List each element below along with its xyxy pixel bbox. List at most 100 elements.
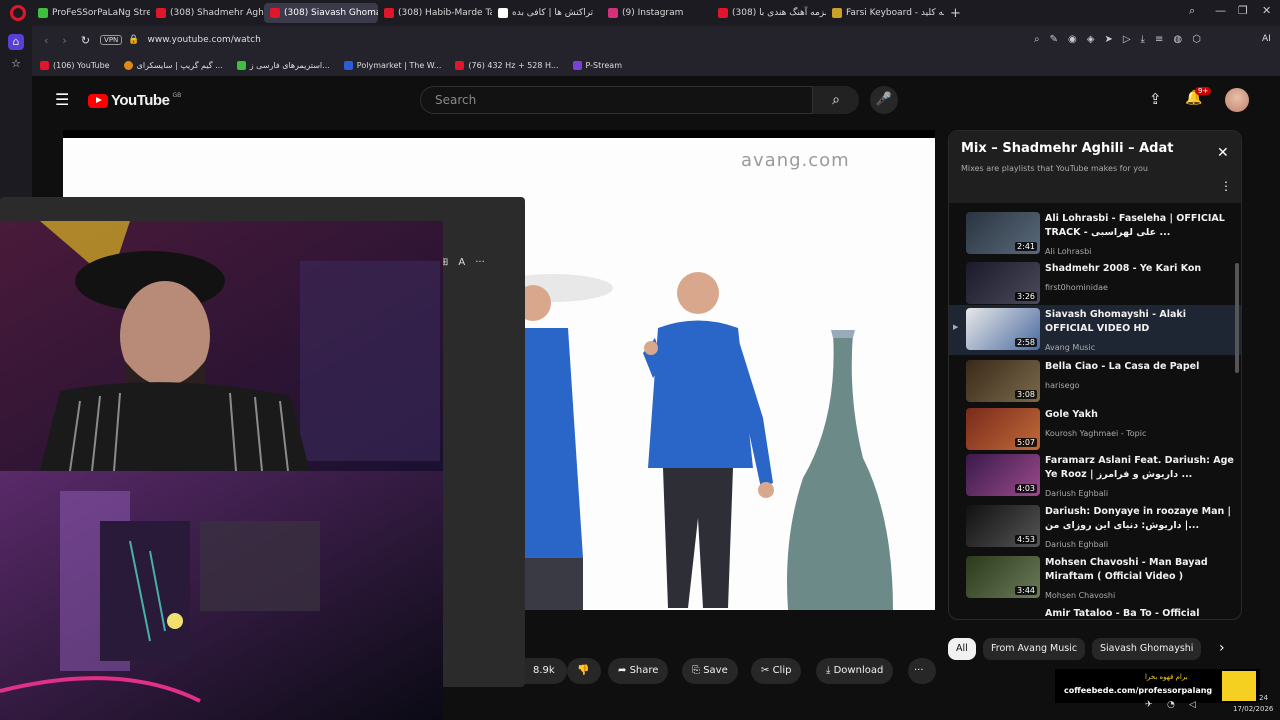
more-actions-button[interactable]: ··· — [908, 658, 936, 684]
lock-icon: 🔒 — [128, 35, 140, 45]
new-tab-button[interactable]: + — [950, 6, 961, 21]
wifi-icon[interactable]: ◔ — [1167, 700, 1175, 710]
star-icon[interactable]: ☆ — [8, 56, 24, 72]
youtube-favicon-icon — [270, 8, 280, 18]
notifications-button[interactable]: 🔔 9+ — [1185, 87, 1212, 106]
close-window-icon[interactable]: ✕ — [1262, 4, 1271, 17]
minimize-icon[interactable]: — — [1215, 4, 1226, 17]
tab-5[interactable]: (9) Instagram — [602, 3, 712, 23]
chip-from-channel[interactable]: From Avang Music — [983, 638, 1086, 660]
like-count: 8.9k — [533, 665, 555, 676]
send-icon[interactable]: ➤ — [1104, 34, 1112, 45]
chip-artist[interactable]: Siavash Ghomayshi — [1092, 638, 1202, 660]
url-field[interactable]: www.youtube.com/watch — [148, 35, 261, 45]
search-tabs-icon[interactable]: ⌕ — [1189, 4, 1195, 18]
singer-sweater — [648, 320, 753, 468]
dislike-button[interactable]: 👎 — [567, 658, 601, 684]
playlist-item[interactable]: 5:07 Gole Yakh Kourosh Yaghmaei - Topic — [949, 405, 1241, 455]
playlist-item[interactable]: 4:03 Faramarz Aslani Feat. Dariush: Age … — [949, 451, 1241, 501]
hamburger-menu-icon[interactable]: ☰ — [55, 90, 69, 109]
instagram-favicon-icon — [608, 8, 618, 18]
bookmark-5[interactable]: P-Stream — [572, 60, 622, 70]
tab-1[interactable]: (308) Shadmehr Aghili - S — [150, 3, 264, 23]
toolbar-icons: ⌕ ✎ ◉ ◈ ➤ ▷ ⤓ ≡ ◍ ⬡ — [1034, 34, 1201, 45]
video-thumbnail: 4:53 — [966, 505, 1040, 547]
save-button[interactable]: ⎘ Save — [682, 658, 738, 684]
playlist-item[interactable]: 4:53 Dariush: Donyaye in roozaye Man | د… — [949, 502, 1241, 552]
bookmark-3[interactable]: Polymarket | The W... — [343, 60, 442, 70]
opera-logo-icon[interactable] — [10, 5, 26, 21]
save-label: Save — [703, 665, 728, 676]
share-button[interactable]: ➦ Share — [608, 658, 669, 684]
back-icon[interactable]: ‹ — [44, 34, 48, 47]
video-thumbnail: 2:41 — [966, 212, 1040, 254]
bookmark-label: Polymarket | The W... — [356, 60, 442, 70]
playlist-item-current[interactable]: ▶ 2:58 Siavash Ghomayshi - Alaki OFFICIA… — [949, 305, 1241, 355]
video-title: Gole Yakh — [1045, 409, 1098, 420]
network-icon[interactable]: ✈ — [1145, 700, 1153, 710]
vpn-badge[interactable]: VPN — [100, 35, 123, 45]
tab-2-active[interactable]: (308) Siavash Ghomay — [264, 3, 378, 23]
playlist-item[interactable]: 3:08 Bella Ciao - La Casa de Papel haris… — [949, 357, 1241, 407]
font-button[interactable]: A — [458, 257, 465, 268]
youtube-logo[interactable]: YouTube GB — [88, 92, 181, 109]
search-button[interactable]: ⌕ — [813, 86, 859, 114]
upload-icon[interactable]: ⇪ — [1149, 90, 1162, 108]
bookmark-1[interactable]: گیم گریپ | سایسکرای ... — [123, 60, 223, 70]
bookmark-2[interactable]: استریمرهای فارسی ز... — [236, 60, 330, 70]
edit-icon[interactable]: ✎ — [1050, 34, 1058, 45]
close-playlist-icon[interactable]: ✕ — [1217, 145, 1229, 161]
video-title: Siavash Ghomayshi - Alaki OFFICIAL VIDEO… — [1045, 309, 1186, 334]
tab-label: (308) Shadmehr Aghili - S — [170, 8, 264, 18]
webcam-overlay — [0, 221, 443, 720]
avatar[interactable] — [1225, 88, 1249, 112]
download-button[interactable]: ⤓ Download — [816, 658, 894, 684]
tab-label: Farsi Keyboard - صفحه کلید — [846, 8, 944, 18]
menu-icon[interactable]: ≡ — [1155, 34, 1163, 45]
zoom-icon[interactable]: ⌕ — [1034, 34, 1040, 45]
video-title: Amir Tataloo - Ba To - Official — [1045, 608, 1200, 619]
playlist-item[interactable]: Amir Tataloo - Ba To - Official — [949, 604, 1241, 619]
channel-name: Avang Music — [1045, 343, 1096, 352]
home-icon[interactable]: ⌂ — [8, 34, 24, 50]
playlist-item[interactable]: 3:26 Shadmehr 2008 - Ye Kari Kon first0h… — [949, 259, 1241, 309]
bookmark-label: (106) YouTube — [53, 60, 110, 70]
clip-button[interactable]: ✂ Clip — [751, 658, 802, 684]
download-icon[interactable]: ⤓ — [1141, 34, 1145, 45]
playlist-title: Mix – Shadmehr Aghili – Adat — [961, 141, 1174, 156]
playlist-more-icon[interactable]: ⋮ — [1220, 179, 1232, 193]
play-icon[interactable]: ▷ — [1123, 34, 1131, 45]
bookmark-4[interactable]: (76) 432 Hz + 528 H... — [455, 60, 559, 70]
speaker-icon[interactable]: ◁ — [1189, 700, 1196, 710]
reload-icon[interactable]: ↻ — [81, 34, 90, 47]
chevron-right-icon[interactable]: › — [1219, 640, 1225, 656]
tab-3[interactable]: (308) Habib-Marde Tanha — [378, 3, 492, 23]
playlist-scrollbar[interactable] — [1235, 263, 1239, 373]
video-title: Faramarz Aslani Feat. Dariush: Age Ye Ro… — [1045, 455, 1234, 480]
taskbar-date: 17/02/2026 — [1233, 705, 1274, 713]
profile-icon[interactable]: ◍ — [1173, 34, 1182, 45]
bookmark-favicon-icon — [572, 60, 582, 70]
tab-4[interactable]: تراکتش ها | کافی بده — [492, 3, 602, 23]
overlay-more-button[interactable]: ··· — [475, 257, 485, 268]
ai-button[interactable]: AI — [1262, 34, 1271, 44]
youtube-logo-text: YouTube — [111, 92, 170, 109]
camera-icon[interactable]: ◉ — [1068, 34, 1077, 45]
voice-search-button[interactable]: 🎤 — [870, 86, 898, 114]
mic-icon: 🎤 — [875, 92, 893, 107]
tab-label: (308) زمزمه آهنگ هندی با — [732, 8, 826, 18]
forward-icon[interactable]: › — [62, 34, 66, 47]
maximize-icon[interactable]: ❐ — [1238, 4, 1248, 17]
extension-icon[interactable]: ⬡ — [1192, 34, 1201, 45]
playlist-item[interactable]: 2:41 Ali Lohrasbi - Faseleha | OFFICIAL … — [949, 209, 1241, 259]
tab-7[interactable]: Farsi Keyboard - صفحه کلید — [826, 3, 944, 23]
chip-all[interactable]: All — [948, 638, 976, 660]
search-input[interactable]: Search — [420, 86, 813, 114]
playlist-item[interactable]: 3:44 Mohsen Chavoshi - Man Bayad Mirafta… — [949, 553, 1241, 603]
shield-icon[interactable]: ◈ — [1087, 34, 1095, 45]
playlist-panel: Mix – Shadmehr Aghili – Adat Mixes are p… — [948, 130, 1242, 620]
tab-0[interactable]: ProFeSSorPaLaNg Stream — [32, 3, 150, 23]
bookmark-0[interactable]: (106) YouTube — [40, 60, 110, 70]
video-thumbnail: 3:44 — [966, 556, 1040, 598]
tab-6[interactable]: (308) زمزمه آهنگ هندی با — [712, 3, 826, 23]
